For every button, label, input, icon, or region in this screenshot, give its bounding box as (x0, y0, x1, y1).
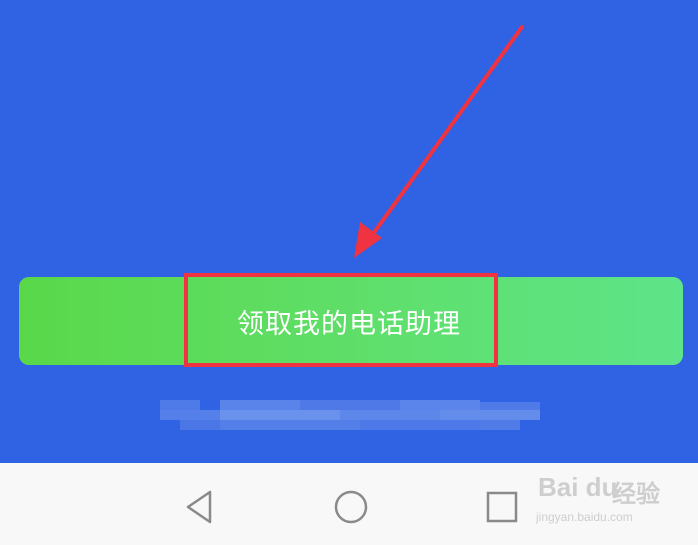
recents-square-icon[interactable] (482, 487, 522, 527)
home-circle-icon[interactable] (331, 487, 371, 527)
watermark-url: jingyan.baidu.com (536, 510, 633, 524)
watermark-text: 经验 (612, 480, 660, 508)
watermark: Bai du 经验 jingyan.baidu.com (530, 470, 695, 530)
watermark-logo: Bai du (538, 472, 618, 502)
claim-assistant-button[interactable]: 领取我的电话助理 (19, 277, 683, 365)
app-screen: 领取我的电话助理 (0, 0, 698, 463)
claim-assistant-label: 领取我的电话助理 (237, 308, 461, 340)
annotation-arrow (354, 25, 524, 258)
back-triangle-icon[interactable] (180, 487, 220, 527)
blurred-text (160, 400, 542, 434)
